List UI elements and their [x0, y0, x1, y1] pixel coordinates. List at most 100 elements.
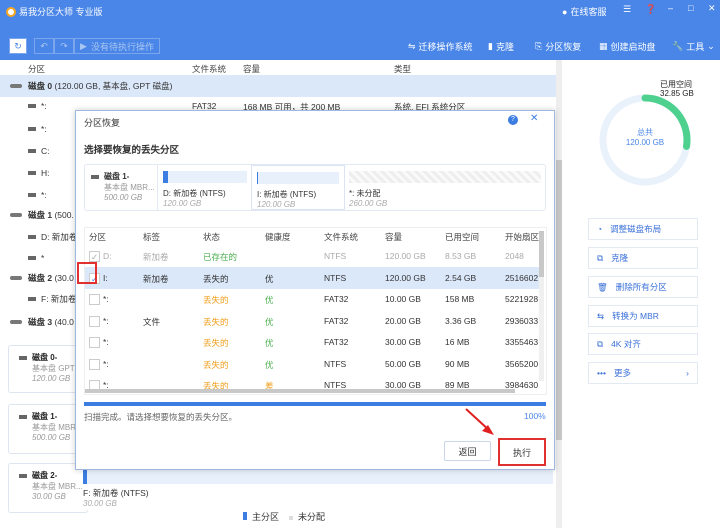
cell-p: D: — [103, 251, 112, 261]
app-title: 易我分区大师 专业版 — [6, 5, 103, 18]
disk-card-2[interactable]: 磁盘 2- 基本盘 MBR... 30.00 GB — [8, 463, 88, 513]
person-icon: ● — [562, 6, 568, 17]
legend: 主分区 未分配 — [243, 510, 325, 523]
execute-button[interactable]: 执行 — [498, 438, 546, 466]
map-part-unalloc[interactable]: *: 未分配 260.00 GB — [349, 171, 541, 208]
cell-fs: NTFS — [324, 251, 347, 261]
cell-p: *: — [103, 315, 109, 326]
disk-row-0[interactable]: 磁盘 0 (120.00 GB, 基本盘, GPT 磁盘) — [0, 75, 556, 97]
row-checkbox[interactable] — [89, 294, 100, 305]
partition-icon — [28, 127, 36, 131]
scan-status-text: 扫描完成。请选择想要恢复的丢失分区。 — [84, 412, 238, 422]
back-button[interactable]: 返回 — [444, 441, 491, 461]
chevron-down-icon: ⌄ — [707, 41, 715, 51]
wrench-icon: 🔧 — [672, 41, 684, 51]
cell-p: *: — [103, 294, 109, 304]
migrate-os-button[interactable]: ⇋ 迁移操作系统 — [408, 40, 473, 53]
cell-fs: FAT32 — [324, 315, 349, 326]
menu-icon[interactable]: ☰ — [623, 4, 631, 15]
table-row[interactable]: *: 丢失的 优 FAT32 10.00 GB 158 MB 5221928 — [85, 288, 542, 310]
pending-ops-button[interactable]: ▶ 没有待执行操作 — [74, 38, 160, 54]
col-header[interactable]: 已用空间 — [445, 231, 479, 243]
convert-mbr-button[interactable]: ⇆ 转换为 MBR — [588, 305, 698, 327]
close-button[interactable]: ✕ — [708, 3, 716, 14]
dialog-close-icon[interactable]: ✕ — [530, 113, 538, 124]
windows-icon: ▦ — [599, 41, 608, 51]
table-hscroll[interactable] — [85, 389, 515, 393]
map-part-i[interactable]: I: 新加卷 (NTFS) 120.00 GB — [251, 165, 345, 210]
cell-cap: 20.00 GB — [385, 315, 421, 326]
align-icon: ⧉ — [597, 338, 604, 349]
table-row[interactable]: *: 文件 丢失的 优 FAT32 20.00 GB 3.36 GB 2936033 — [85, 310, 542, 332]
table-row[interactable]: ✓ I: 新加卷 丢失的优 NTFS 120.00 GB 2.54 GB 2516602 — [85, 266, 542, 289]
col-header[interactable]: 文件系统 — [324, 231, 358, 243]
partition-icon — [28, 193, 36, 197]
partition-block-f[interactable]: F: 新加卷 (NTFS) 30.00 GB — [83, 470, 553, 510]
cell-status: 已存在的 — [203, 252, 238, 262]
partition-recovery-button[interactable]: ⎘ 分区恢复 — [535, 40, 581, 53]
row-checkbox[interactable]: ✓ — [89, 251, 100, 262]
col-header[interactable]: 容量 — [385, 231, 402, 243]
cell-cap: 30.00 GB — [385, 337, 421, 347]
redo-button[interactable]: ↷ — [54, 38, 74, 54]
minimize-button[interactable]: – — [668, 3, 673, 13]
4k-align-button[interactable]: ⧉ 4K 对齐 — [588, 333, 698, 355]
cell-status: 丢失的 — [203, 295, 229, 305]
cell-used: 16 MB — [445, 337, 470, 347]
cell-health: 优 — [265, 273, 274, 284]
row-checkbox[interactable] — [89, 337, 100, 348]
col-header[interactable]: 开始扇区 — [505, 231, 539, 243]
row-checkbox[interactable] — [89, 315, 100, 327]
col-header[interactable]: 状态 — [203, 231, 220, 243]
map-part-d[interactable]: D: 新加卷 (NTFS) 120.00 GB — [163, 171, 247, 208]
clone-button[interactable]: ▮ 克隆 — [488, 40, 514, 53]
more-button[interactable]: ••• 更多 › — [588, 362, 698, 384]
undo-button[interactable]: ↶ — [34, 38, 54, 54]
col-header[interactable]: 分区 — [89, 231, 106, 243]
table-row[interactable]: *: 丢失的 优 FAT32 30.00 GB 16 MB 3355463 — [85, 331, 542, 353]
col-header[interactable]: 健康度 — [265, 231, 291, 243]
cell-fs: FAT32 — [324, 294, 349, 304]
disk-icon — [19, 474, 27, 478]
clone-icon: ⧉ — [597, 252, 604, 263]
cell-p: *: — [103, 358, 109, 369]
help-icon[interactable]: ❓ — [645, 4, 656, 15]
col-type: 类型 — [394, 64, 412, 74]
cell-start: 2516602 — [505, 272, 539, 283]
table-vscroll[interactable] — [539, 231, 544, 381]
help-icon[interactable]: ? — [508, 115, 518, 125]
play-icon: ▶ — [80, 40, 87, 51]
used-space-label: 已用空间 32.85 GB — [660, 80, 694, 98]
cell-fs: NTFS — [324, 272, 347, 283]
table-row[interactable]: ✓ D: 新加卷 已存在的 NTFS 120.00 GB 8.53 GB 2048 — [85, 245, 542, 267]
cell-health: 优 — [265, 338, 274, 348]
col-fs: 文件系统 — [192, 64, 227, 74]
dialog-title: 分区恢复 — [84, 118, 121, 128]
delete-all-button[interactable]: 🗑 删除所有分区 — [588, 276, 698, 298]
cell-health: 优 — [265, 295, 274, 305]
disk-icon — [10, 276, 22, 280]
more-icon: ••• — [597, 368, 606, 378]
cell-label: 新加卷 — [143, 273, 169, 284]
cell-status: 丢失的 — [203, 273, 229, 284]
cell-used: 90 MB — [445, 358, 470, 369]
main-scrollbar[interactable] — [556, 60, 562, 528]
partition-icon — [28, 149, 36, 153]
row-checkbox[interactable] — [89, 358, 100, 370]
disk-icon — [10, 84, 22, 88]
tools-button[interactable]: 🔧 工具 ⌄ — [672, 40, 715, 53]
partition-icon — [28, 171, 36, 175]
refresh-button[interactable]: ↻ — [9, 38, 27, 54]
table-row[interactable]: *: 丢失的 优 NTFS 50.00 GB 90 MB 3565200 — [85, 353, 542, 375]
legend-unallocated: 未分配 — [289, 510, 325, 523]
table-header: 分区 标签 状态 健康度 文件系统 容量 已用空间 开始扇区 — [85, 228, 542, 245]
maximize-button[interactable]: □ — [688, 3, 693, 13]
cell-start: 2048 — [505, 251, 524, 261]
lost-partitions-table: 分区 标签 状态 健康度 文件系统 容量 已用空间 开始扇区 ✓ D: 新加卷 已存在的 NTFS 12… — [84, 227, 547, 395]
clone-disk-button[interactable]: ⧉ 克隆 — [588, 247, 698, 269]
adjust-layout-button[interactable]: ◔ 调整磁盘布局 — [588, 218, 698, 240]
col-header[interactable]: 标签 — [143, 231, 160, 243]
online-service-link[interactable]: ● 在线客服 — [562, 5, 606, 18]
create-boot-disk-button[interactable]: ▦ 创建启动盘 — [599, 40, 656, 53]
disk-icon — [19, 415, 27, 419]
